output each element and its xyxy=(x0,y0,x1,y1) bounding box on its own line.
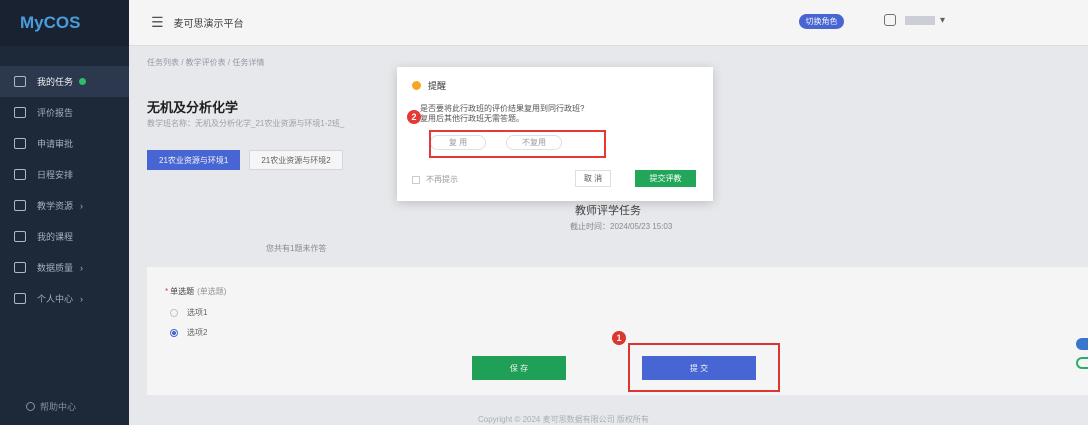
dialog-cancel-button[interactable]: 取 消 xyxy=(575,170,611,187)
dialog-message-line-1: 是否要将此行政班的评价结果复用到同行政班? xyxy=(420,104,585,113)
checkbox-box[interactable] xyxy=(412,175,420,184)
checkbox-label: 不再提示 xyxy=(426,175,458,184)
dialog-message-line-2: 复用后其他行政班无需答题。 xyxy=(420,114,524,123)
modal-mask xyxy=(0,0,1088,425)
dialog-header: 提醒 xyxy=(412,79,446,92)
step-badge-2: 2 xyxy=(407,110,421,124)
dialog-title: 提醒 xyxy=(428,81,447,91)
dont-remind-checkbox[interactable]: 不再提示 xyxy=(412,174,458,185)
choices-highlight-box xyxy=(429,130,606,158)
dialog-message: 是否要将此行政班的评价结果复用到同行政班? 复用后其他行政班无需答题。 xyxy=(420,104,690,124)
dialog-submit-button[interactable]: 提交评教 xyxy=(635,170,696,187)
warning-icon xyxy=(412,81,421,90)
